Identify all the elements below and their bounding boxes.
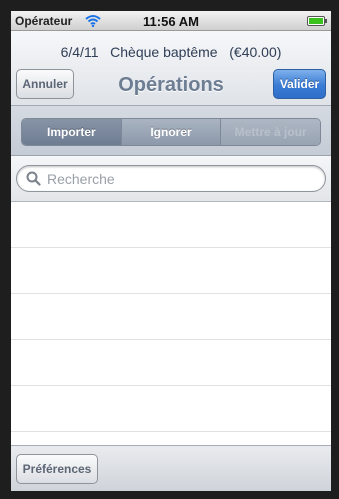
preferences-button[interactable]: Préférences [16, 454, 98, 484]
list-item[interactable] [11, 340, 331, 386]
status-bar: Opérateur 11:56 AM [11, 11, 331, 31]
search-bar [11, 156, 331, 202]
navigation-header: 6/4/11 Chèque baptême (€40.00) Annuler O… [11, 31, 331, 106]
operation-description: Chèque baptême [110, 44, 218, 60]
bottom-toolbar: Préférences [11, 445, 331, 491]
search-field[interactable] [16, 165, 326, 192]
operation-amount: (€40.00) [229, 44, 282, 60]
ignore-segment[interactable]: Ignorer [121, 119, 222, 145]
operations-list [11, 202, 331, 478]
action-segmented-control: Importer Ignorer Mettre à jour [21, 118, 321, 146]
list-item[interactable] [11, 202, 331, 248]
battery-icon [307, 16, 327, 26]
search-input[interactable] [47, 169, 307, 188]
list-item[interactable] [11, 248, 331, 294]
import-segment[interactable]: Importer [22, 119, 122, 145]
app-screen: Opérateur 11:56 AM 6/4/11 Chèque baptême… [11, 11, 331, 491]
status-time: 11:56 AM [143, 14, 199, 29]
validate-button[interactable]: Valider [273, 69, 326, 99]
action-toolbar: Importer Ignorer Mettre à jour [11, 106, 331, 156]
search-icon [26, 171, 41, 186]
operation-summary: 6/4/11 Chèque baptême (€40.00) [11, 44, 331, 60]
list-item[interactable] [11, 386, 331, 432]
update-segment[interactable]: Mettre à jour [221, 119, 320, 145]
operation-date: 6/4/11 [60, 44, 99, 60]
list-item[interactable] [11, 294, 331, 340]
